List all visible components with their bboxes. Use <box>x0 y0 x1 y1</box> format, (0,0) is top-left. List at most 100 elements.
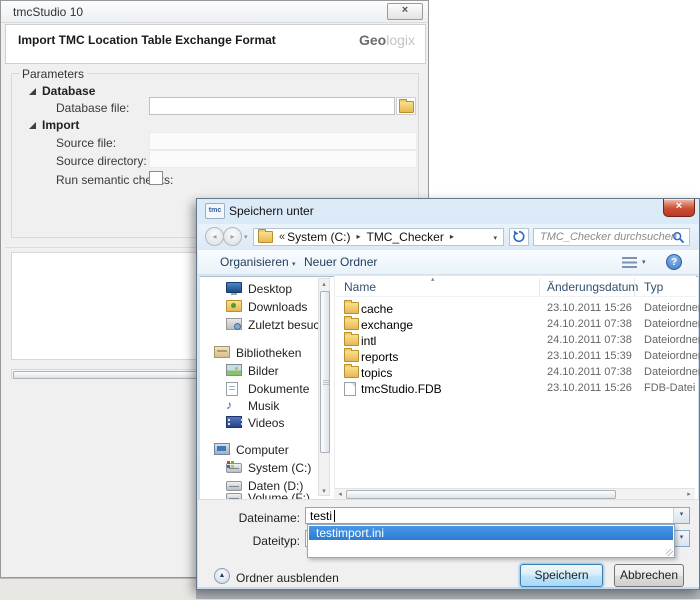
file-row-intl[interactable]: intl24.10.2011 07:38Dateiordner <box>335 332 696 348</box>
file-list-header: Name ▴ Änderungsdatum Typ <box>335 277 696 297</box>
sidebar-item-system-c[interactable]: System (C:) <box>197 459 317 476</box>
sidebar-item-videos[interactable]: Videos <box>197 414 317 431</box>
filetype-dropdown-icon[interactable]: ▾ <box>673 531 689 546</box>
folder-icon <box>344 366 359 378</box>
folder-icon <box>344 302 359 314</box>
import-section-header[interactable]: Import <box>29 118 79 132</box>
filename-value: testi <box>310 509 332 523</box>
import-header-panel: Import TMC Location Table Exchange Forma… <box>5 24 426 64</box>
scroll-up-icon[interactable]: ▴ <box>319 280 329 288</box>
resize-grip-icon[interactable] <box>666 549 673 556</box>
sidebar-item-music[interactable]: ♪Musik <box>197 397 317 414</box>
scrollbar-thumb[interactable] <box>320 291 330 453</box>
filename-input[interactable]: testi ▾ <box>305 507 690 524</box>
expander-icon[interactable] <box>29 88 36 95</box>
source-file-input[interactable] <box>149 132 417 150</box>
hide-folders-button[interactable]: ▲ <box>214 568 230 584</box>
desktop-background-right <box>196 590 700 599</box>
run-semantic-checks-checkbox[interactable] <box>149 171 163 185</box>
refresh-button[interactable] <box>509 228 529 246</box>
change-view-button[interactable] <box>622 257 637 268</box>
scrollbar-thumb[interactable] <box>346 490 616 499</box>
recent-pages-dropdown-icon[interactable]: ▾ <box>244 233 248 241</box>
column-divider[interactable] <box>634 278 635 296</box>
database-section-header[interactable]: Database <box>29 84 95 98</box>
breadcrumb[interactable]: «System (C:)▸TMC_Checker▸ ▾ <box>253 228 504 246</box>
recent-places-icon <box>226 318 242 330</box>
source-file-label: Source file: <box>56 136 116 150</box>
search-icon <box>672 231 685 247</box>
forward-button[interactable]: ▸ <box>223 227 242 246</box>
organize-label: Organisieren <box>220 255 289 269</box>
file-row-tmcstudio-fdb[interactable]: tmcStudio.FDB23.10.2011 15:26FDB-Datei <box>335 380 696 396</box>
file-list: Name ▴ Änderungsdatum Typ cache23.10.201… <box>334 276 696 499</box>
import-window-close-button[interactable]: × <box>387 3 423 20</box>
geologix-logo: Geologix <box>359 32 415 48</box>
breadcrumb-separator-icon[interactable]: ▸ <box>444 229 460 245</box>
file-list-horizontal-scrollbar[interactable]: ◂ ▸ <box>334 488 695 499</box>
column-header-name[interactable]: Name <box>344 280 376 294</box>
sidebar-item-downloads[interactable]: Downloads <box>197 298 317 315</box>
expander-icon[interactable] <box>29 122 36 129</box>
sidebar-item-recent-places[interactable]: Zuletzt besucht <box>197 316 317 333</box>
parameters-legend: Parameters <box>19 67 87 81</box>
scroll-right-icon[interactable]: ▸ <box>684 490 694 498</box>
save-button[interactable]: Speichern <box>520 564 603 587</box>
organize-button[interactable]: Organisieren ▾ <box>220 255 296 269</box>
breadcrumb-overflow-chevron[interactable]: « <box>277 229 287 245</box>
file-row-cache[interactable]: cache23.10.2011 15:26Dateiordner <box>335 300 696 316</box>
documents-icon <box>226 382 238 396</box>
dialog-close-button[interactable]: × <box>663 199 695 217</box>
source-directory-input[interactable] <box>149 150 417 168</box>
breadcrumb-item-system-c[interactable]: System (C:) <box>287 229 350 245</box>
filetype-label: Dateityp: <box>212 534 300 548</box>
filetype-option-selected[interactable]: testimport.ini <box>309 526 673 540</box>
sidebar-item-pictures[interactable]: Bilder <box>197 362 317 379</box>
desktop-icon <box>226 282 242 293</box>
breadcrumb-item-tmc-checker[interactable]: TMC_Checker <box>366 229 443 245</box>
new-folder-button[interactable]: Neuer Ordner <box>304 255 377 269</box>
database-file-input[interactable] <box>149 97 395 115</box>
sidebar-item-documents[interactable]: Dokumente <box>197 380 317 397</box>
filename-dropdown-icon[interactable]: ▾ <box>673 508 689 523</box>
breadcrumb-separator-icon[interactable]: ▸ <box>350 229 366 245</box>
sidebar-item-computer[interactable]: Computer <box>197 441 317 458</box>
browse-button[interactable] <box>396 97 416 115</box>
back-button[interactable]: ◂ <box>205 227 224 246</box>
hide-folders-label[interactable]: Ordner ausblenden <box>236 571 339 585</box>
videos-icon <box>226 416 242 428</box>
file-row-reports[interactable]: reports23.10.2011 15:39Dateiordner <box>335 348 696 364</box>
file-row-topics[interactable]: topics24.10.2011 07:38Dateiordner <box>335 364 696 380</box>
column-header-type[interactable]: Typ <box>644 280 663 294</box>
column-divider[interactable] <box>539 278 540 296</box>
sidebar-item-volume-f[interactable]: Volume (F:) <box>197 489 317 499</box>
chevron-down-icon: ▾ <box>292 261 296 268</box>
folder-icon <box>344 350 359 362</box>
sidebar-item-libraries[interactable]: Bibliotheken <box>197 344 317 361</box>
save-as-dialog: tmc Speichern unter × ◂ ▸ ▾ «System (C:)… <box>196 198 700 590</box>
help-button[interactable]: ? <box>666 254 682 270</box>
sidebar-item-desktop[interactable]: Desktop <box>197 280 317 297</box>
address-dropdown-icon[interactable]: ▾ <box>493 234 497 242</box>
app-icon: tmc <box>205 203 225 219</box>
scroll-left-icon[interactable]: ◂ <box>335 490 345 498</box>
database-file-label: Database file: <box>56 101 129 115</box>
sidebar-scrollbar[interactable]: ▴ ▾ <box>318 278 330 496</box>
filetype-dropdown-list: testimport.ini <box>307 524 675 558</box>
folder-icon <box>344 334 359 346</box>
pictures-icon <box>226 364 242 376</box>
cancel-button[interactable]: Abbrechen <box>614 564 684 587</box>
file-row-exchange[interactable]: exchange24.10.2011 07:38Dateiordner <box>335 316 696 332</box>
libraries-icon <box>214 346 230 358</box>
folder-icon <box>258 231 273 243</box>
search-input[interactable]: TMC_Checker durchsuchen <box>533 228 690 246</box>
toolbar: Organisieren ▾ Neuer Ordner ▾ ? <box>198 250 699 275</box>
view-dropdown-icon[interactable]: ▾ <box>642 258 646 266</box>
import-header-title: Import TMC Location Table Exchange Forma… <box>18 33 276 47</box>
column-header-date[interactable]: Änderungsdatum <box>547 280 638 294</box>
search-placeholder: TMC_Checker durchsuchen <box>540 231 677 243</box>
source-directory-label: Source directory: <box>56 154 147 168</box>
downloads-icon <box>226 300 242 312</box>
import-window-titlebar[interactable]: tmcStudio 10 × <box>1 1 428 23</box>
scroll-down-icon[interactable]: ▾ <box>319 487 329 495</box>
